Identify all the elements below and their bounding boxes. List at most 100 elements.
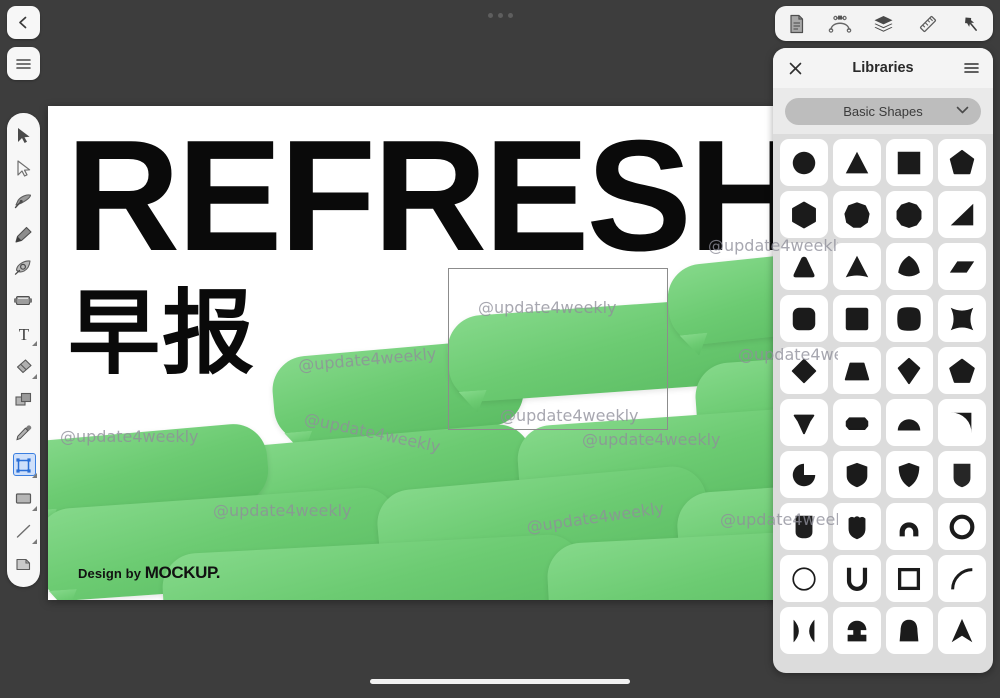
shape-cell-diamond[interactable] [780, 347, 828, 394]
fill-roller-icon [14, 295, 32, 306]
shield-flat-icon [953, 463, 971, 487]
shape-cell-slight-rounded-square[interactable] [832, 295, 881, 342]
close-button[interactable] [785, 58, 805, 78]
ruler-button[interactable] [911, 9, 945, 39]
shape-cell-half-circle[interactable] [885, 399, 934, 446]
rounded-triangle-icon [793, 256, 815, 277]
rounded-square-icon [792, 307, 816, 330]
shape-cell-arrow-up[interactable] [938, 607, 986, 654]
text-tool[interactable]: T [9, 317, 39, 350]
parallelogram-icon [949, 260, 975, 273]
shape-cell-square-outline[interactable] [885, 555, 934, 602]
line-tool[interactable] [9, 515, 39, 548]
submenu-indicator [31, 539, 37, 544]
submenu-indicator [31, 473, 37, 478]
shape-cell-dome[interactable] [885, 607, 934, 654]
main-menu-button[interactable] [7, 47, 40, 80]
hexagon-icon [791, 201, 816, 228]
pin-button[interactable] [954, 9, 988, 39]
canvas-selection-rectangle[interactable] [448, 268, 668, 430]
shape-cell-rounded-triangle[interactable] [780, 243, 828, 290]
document-button[interactable] [780, 9, 814, 39]
pentagon-icon [949, 149, 975, 174]
libraries-panel-title: Libraries [852, 60, 914, 76]
right-triangle-icon [950, 203, 974, 225]
pentagon-wide-icon [949, 358, 975, 383]
ruler-icon [919, 15, 936, 32]
line-icon [16, 524, 31, 538]
kite-icon [898, 357, 921, 384]
vector-brush-tool[interactable] [9, 251, 39, 284]
eraser-tool[interactable] [9, 350, 39, 383]
vector-brush-icon [14, 260, 31, 275]
concave-square-icon [950, 307, 974, 330]
color-picker-tool[interactable] [9, 416, 39, 449]
shape-cell-square[interactable] [885, 139, 934, 186]
shape-cell-mushroom[interactable] [832, 607, 881, 654]
svg-text:T: T [18, 325, 29, 343]
shape-cell-gem[interactable] [780, 399, 828, 446]
shape-cell-arch[interactable] [885, 503, 934, 550]
shape-cell-badge[interactable] [832, 503, 881, 550]
shape-cell-sharp-triangle[interactable] [832, 243, 881, 290]
hamburger-icon [16, 58, 31, 69]
shape-cell-shield-pointed[interactable] [885, 451, 934, 498]
design-canvas[interactable]: REFRESH 早报 Design by MOCKUP. @update4wee… [48, 106, 838, 600]
shape-cell-shield[interactable] [832, 451, 881, 498]
move-tool[interactable] [9, 119, 39, 152]
fill-tool[interactable] [9, 284, 39, 317]
shape-cell-pentagon-wide[interactable] [938, 347, 986, 394]
eraser-icon [16, 359, 32, 374]
pin-icon [965, 16, 978, 31]
shape-cell-kite[interactable] [885, 347, 934, 394]
pencil-tool[interactable] [9, 218, 39, 251]
shape-cell-rounded-square[interactable] [780, 295, 828, 342]
node-select-tool[interactable] [9, 152, 39, 185]
shape-cell-curved-triangle[interactable] [885, 243, 934, 290]
shape-cell-parallelogram[interactable] [938, 243, 986, 290]
shape-cell-triangle[interactable] [832, 139, 881, 186]
pencil-icon [15, 226, 32, 243]
octagon-flat-icon [845, 416, 868, 430]
libraries-menu-button[interactable] [961, 58, 981, 78]
text-t-icon: T [18, 325, 29, 343]
shape-cell-squircle[interactable] [885, 295, 934, 342]
dot [497, 12, 503, 18]
shape-cell-hexagon[interactable] [780, 191, 828, 238]
node-button[interactable] [823, 9, 857, 39]
chevron-left-icon [19, 16, 27, 29]
pen-tool[interactable] [9, 185, 39, 218]
artboard-tool[interactable] [9, 548, 39, 581]
circle-outline-icon [792, 566, 816, 591]
curved-triangle-icon [898, 255, 921, 276]
crop-frame-tool[interactable] [9, 449, 39, 482]
shape-cell-nonagon[interactable] [832, 191, 881, 238]
shape-cell-pentagon[interactable] [938, 139, 986, 186]
half-circle-icon [898, 418, 921, 430]
shape-cell-right-triangle[interactable] [938, 191, 986, 238]
home-indicator[interactable] [370, 679, 630, 684]
shape-cell-circle-outline[interactable] [780, 555, 828, 602]
shape-cell-shield-rounded[interactable] [780, 503, 828, 550]
duplicate-tool[interactable] [9, 383, 39, 416]
shape-cell-quarter-circle[interactable] [938, 399, 986, 446]
layers-button[interactable] [867, 9, 901, 39]
shape-cell-quarter-arc[interactable] [938, 555, 986, 602]
category-select[interactable]: Basic Shapes [785, 97, 981, 125]
rectangle-tool[interactable] [9, 482, 39, 515]
bezier-node-icon [829, 15, 852, 33]
canvas-content: REFRESH 早报 Design by MOCKUP. @update4wee… [48, 106, 838, 600]
shape-cell-circle[interactable] [780, 139, 828, 186]
dot [487, 12, 493, 18]
shape-cell-trapezoid[interactable] [832, 347, 881, 394]
shape-cell-shield-flat[interactable] [938, 451, 986, 498]
back-button[interactable] [7, 6, 40, 39]
shape-cell-u-shape[interactable] [832, 555, 881, 602]
shape-cell-pacman[interactable] [780, 451, 828, 498]
shape-cell-decagon[interactable] [885, 191, 934, 238]
dot [507, 12, 513, 18]
shape-cell-concave-square[interactable] [938, 295, 986, 342]
shape-cell-ring[interactable] [938, 503, 986, 550]
shape-cell-octagon-flat[interactable] [832, 399, 881, 446]
shape-cell-bowtie[interactable] [780, 607, 828, 654]
